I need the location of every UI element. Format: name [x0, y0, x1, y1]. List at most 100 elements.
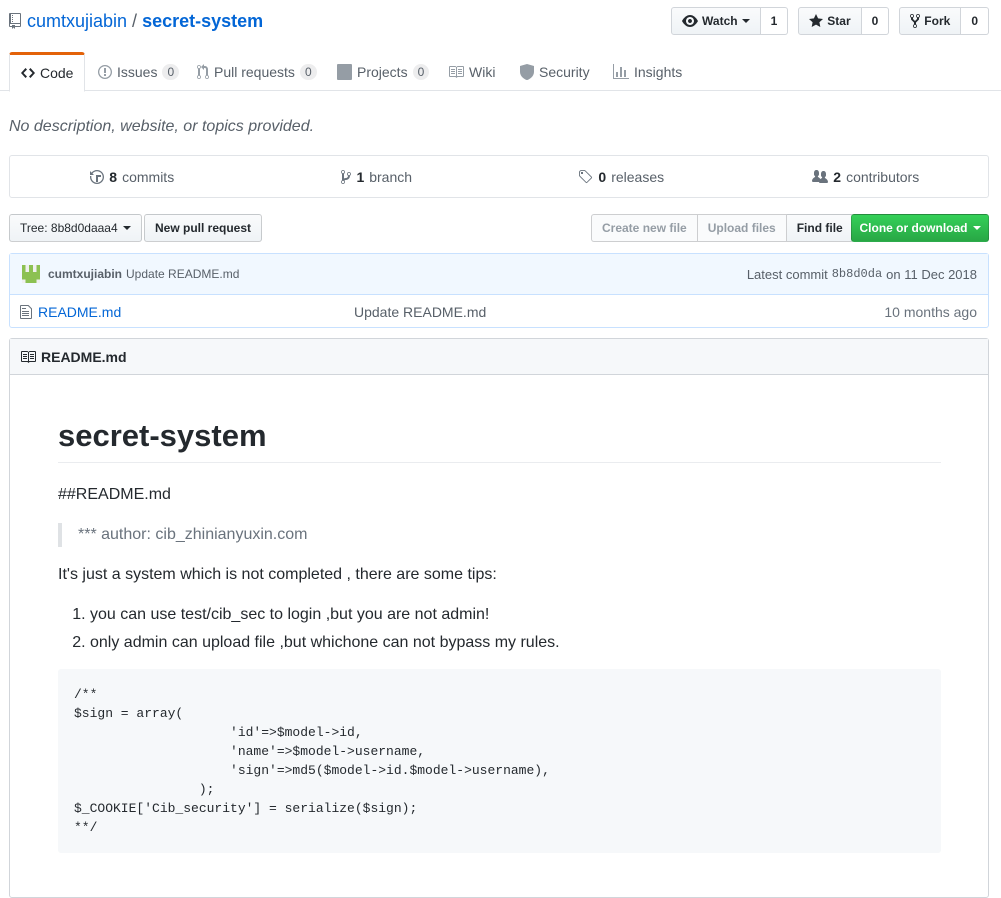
tab-code[interactable]: Code — [9, 52, 86, 92]
star-label: Star — [827, 14, 851, 28]
tree-label: Tree: 8b8d0daaa4 — [20, 221, 118, 235]
commits-link[interactable]: 8 commits — [10, 156, 255, 197]
latest-commit: Latest commit 8b8d0da on 11 Dec 2018 — [747, 267, 977, 282]
repo-icon — [9, 13, 21, 29]
repo-nav-tabs: Code Issues 0 Pull requests 0 Projects 0… — [0, 52, 1001, 92]
tab-label: Code — [40, 65, 74, 81]
tab-wiki[interactable]: Wiki — [448, 52, 495, 91]
tab-label: Wiki — [469, 63, 496, 80]
fork-label: Fork — [924, 14, 951, 28]
watch-label: Watch — [702, 14, 738, 28]
contributors-label: contributors — [846, 168, 920, 185]
tab-label: Pull requests — [214, 63, 295, 80]
find-file-button[interactable]: Find file — [786, 214, 854, 242]
branch-link[interactable]: 1 branch — [255, 156, 500, 197]
commit-box: cumtxujiabin Update README.md Latest com… — [9, 253, 989, 328]
create-new-file-button[interactable]: Create new file — [591, 214, 698, 242]
upload-files-button[interactable]: Upload files — [697, 214, 787, 242]
tag-icon — [579, 169, 593, 183]
star-button[interactable]: Star — [798, 7, 862, 35]
tab-label: Issues — [117, 63, 158, 80]
watch-group: Watch 1 — [671, 7, 789, 35]
people-icon — [812, 169, 829, 183]
path-separator: / — [132, 10, 138, 31]
releases-link[interactable]: 0 releases — [499, 156, 744, 197]
fork-button[interactable]: Fork — [899, 7, 962, 35]
tab-security[interactable]: Security — [520, 52, 590, 91]
readme-content: secret-system ##README.md *** author: ci… — [58, 375, 941, 853]
watch-button[interactable]: Watch — [671, 7, 761, 35]
shield-icon — [520, 63, 534, 80]
star-group: Star 0 — [798, 7, 890, 35]
tab-label: Insights — [634, 63, 683, 80]
commits-label: commits — [122, 168, 175, 185]
issue-icon — [98, 64, 112, 79]
repo-actions: Watch 1 Star 0 Fork 0 — [671, 7, 989, 35]
repo-name-link[interactable]: secret-system — [142, 11, 263, 32]
repo-owner-link[interactable]: cumtxujiabin — [27, 11, 127, 32]
pr-counter: 0 — [299, 63, 317, 80]
file-actions: Create new file Upload files Find file — [591, 214, 854, 242]
commit-message[interactable]: Update README.md — [126, 267, 239, 281]
branch-select-button[interactable]: Tree: 8b8d0daaa4 — [9, 214, 142, 242]
chevron-down-icon — [972, 226, 981, 230]
pull-request-icon — [197, 63, 209, 79]
tab-label: Security — [539, 63, 590, 80]
watch-count[interactable]: 1 — [760, 7, 789, 35]
file-age: 10 months ago — [884, 303, 977, 320]
file-commit-message[interactable]: Update README.md — [354, 304, 486, 320]
releases-label: releases — [611, 168, 665, 185]
chevron-down-icon — [122, 226, 131, 230]
list-item: you can use test/cib_sec to login ,but y… — [90, 603, 560, 631]
file-name: README.md — [20, 304, 121, 320]
commit-tease: cumtxujiabin Update README.md Latest com… — [10, 254, 988, 295]
star-count[interactable]: 0 — [861, 7, 890, 35]
book-icon — [21, 350, 36, 363]
readme-box: README.md secret-system ##README.md *** … — [9, 338, 989, 898]
issues-counter: 0 — [162, 63, 180, 80]
list-item: only admin can upload file ,but whichone… — [90, 631, 560, 659]
releases-count: 0 — [598, 168, 607, 185]
fork-icon — [910, 13, 921, 29]
clone-or-download-button[interactable]: Clone or download — [851, 214, 989, 242]
readme-header: README.md — [10, 339, 988, 375]
tab-issues[interactable]: Issues 0 — [98, 52, 180, 91]
graph-icon — [613, 63, 629, 79]
file-link[interactable]: README.md — [38, 304, 121, 320]
tab-label: Projects — [357, 63, 408, 80]
chevron-down-icon — [741, 19, 750, 23]
fork-count[interactable]: 0 — [961, 7, 989, 35]
commit-date: on 11 Dec 2018 — [886, 266, 977, 282]
tab-pull-requests[interactable]: Pull requests 0 — [197, 52, 317, 91]
file-icon — [20, 304, 32, 319]
clone-label: Clone or download — [859, 221, 968, 235]
numbers-summary: 8 commits 1 branch 0 releases 2 contribu… — [9, 155, 989, 198]
branch-icon — [341, 169, 352, 184]
table-row: README.md Update README.md 10 months ago — [10, 295, 988, 328]
readme-paragraph: ##README.md — [58, 486, 171, 503]
commit-author[interactable]: cumtxujiabin — [48, 267, 122, 281]
projects-counter: 0 — [412, 63, 430, 80]
commits-count: 8 — [109, 168, 118, 185]
star-icon — [809, 14, 824, 27]
branch-label: branch — [369, 168, 413, 185]
readme-heading: secret-system — [58, 417, 941, 463]
latest-commit-label: Latest commit — [746, 266, 828, 282]
contributors-count: 2 — [833, 168, 842, 185]
project-icon — [337, 63, 352, 80]
tab-insights[interactable]: Insights — [613, 52, 682, 91]
readme-blockquote: *** author: cib_zhinianyuxin.com — [58, 523, 323, 547]
book-icon — [449, 65, 464, 78]
contributors-link[interactable]: 2 contributors — [744, 156, 989, 197]
tab-projects[interactable]: Projects 0 — [337, 52, 430, 91]
readme-paragraph: It's just a system which is not complete… — [58, 566, 497, 583]
code-block: /** $sign = array( 'id'=>$model->id, 'na… — [58, 669, 941, 853]
new-pull-request-button[interactable]: New pull request — [144, 214, 263, 242]
branch-count: 1 — [356, 168, 365, 185]
readme-list: you can use test/cib_sec to login ,but y… — [58, 603, 560, 659]
fork-group: Fork 0 — [899, 7, 989, 35]
repo-description: No description, website, or topics provi… — [9, 118, 315, 135]
avatar[interactable] — [22, 265, 40, 283]
readme-title: README.md — [41, 348, 127, 365]
commit-sha[interactable]: 8b8d0da — [832, 267, 882, 281]
